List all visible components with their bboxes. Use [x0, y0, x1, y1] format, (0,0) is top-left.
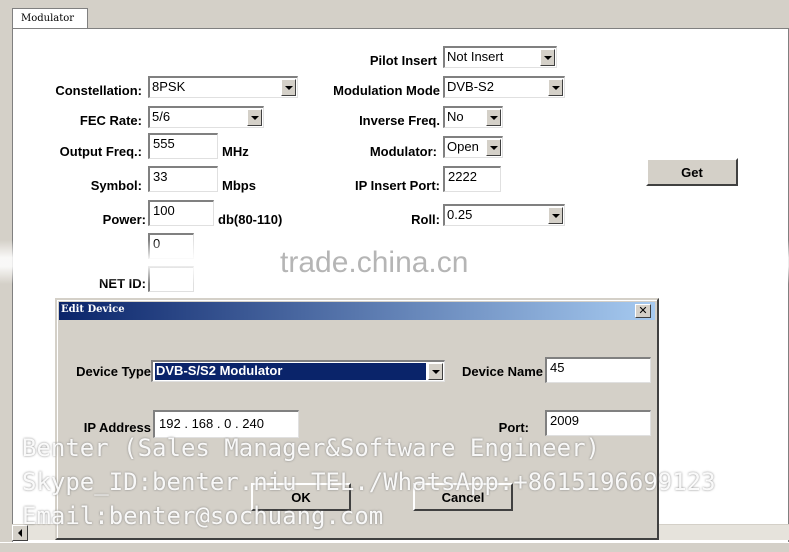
ip-octet-2: 168 [191, 416, 214, 431]
chevron-down-icon[interactable] [428, 363, 443, 380]
modulation-mode-value: DVB-S2 [447, 79, 494, 94]
close-icon[interactable]: ✕ [635, 304, 651, 318]
ip-dot: . [216, 416, 221, 431]
power-label: Power: [102, 212, 146, 227]
fec-rate-label: FEC Rate: [79, 113, 142, 128]
pilot-insert-value: Not Insert [447, 49, 504, 64]
output-freq-unit: MHz [222, 144, 249, 159]
taskbar [0, 542, 789, 552]
chevron-down-icon[interactable] [486, 109, 501, 126]
overlay-line-3: Email:benter@sochuang.com [22, 502, 384, 530]
chevron-down-icon[interactable] [281, 79, 296, 96]
overlay-line-2: Skype_ID:benter.niu TEL./WhatsApp:+86151… [22, 468, 716, 496]
symbol-unit: Mbps [222, 178, 256, 193]
ip-dot: . [235, 416, 239, 431]
ip-octet-3: 0 [224, 416, 232, 431]
output-freq-input[interactable]: 555 [148, 133, 218, 159]
chevron-down-icon[interactable] [486, 139, 501, 156]
roll-select[interactable]: 0.25 [443, 204, 565, 226]
chevron-down-icon[interactable] [247, 109, 262, 126]
inverse-freq-value: No [447, 109, 464, 124]
constellation-select[interactable]: 8PSK [148, 76, 298, 98]
overlay-line-1: Benter (Sales Manager&Software Engineer) [22, 434, 600, 462]
ip-octet-1: 192 [159, 416, 181, 431]
fec-rate-value: 5/6 [152, 109, 171, 124]
pilot-insert-label: Pilot Insert [369, 53, 437, 68]
ip-octet-4: 240 [242, 416, 264, 431]
device-type-select[interactable]: DVB-S/S2 Modulator [151, 360, 445, 382]
roll-value: 0.25 [447, 207, 473, 222]
symbol-input[interactable]: 33 [148, 166, 218, 192]
output-freq-label: Output Freq.: [59, 144, 142, 159]
modulator-label: Modulator: [369, 144, 437, 159]
ip-insert-port-input[interactable]: 2222 [443, 166, 501, 192]
chevron-down-icon[interactable] [540, 49, 555, 66]
modulator-value: Open [447, 139, 479, 154]
ip-insert-port-label: IP Insert Port: [354, 178, 440, 193]
modulation-mode-select[interactable]: DVB-S2 [443, 76, 565, 98]
power-input[interactable]: 100 [148, 200, 214, 226]
roll-label: Roll: [411, 212, 440, 227]
modulation-mode-label: Modulation Mode [333, 83, 440, 98]
device-name-label: Device Name [462, 364, 543, 379]
port-input[interactable]: 2009 [545, 410, 651, 436]
inverse-freq-select[interactable]: No [443, 106, 503, 128]
device-type-label: Device Type [76, 364, 151, 379]
fec-rate-select[interactable]: 5/6 [148, 106, 264, 128]
constellation-label: Constellation: [55, 83, 142, 98]
chevron-down-icon[interactable] [548, 79, 563, 96]
port-label: Port: [498, 420, 529, 435]
ip-address-label: IP Address [83, 420, 151, 435]
ip-dot: . [184, 416, 188, 431]
symbol-label: Symbol: [90, 178, 142, 193]
modulator-select[interactable]: Open [443, 136, 503, 158]
chevron-down-icon[interactable] [548, 207, 563, 224]
get-button[interactable]: Get [646, 158, 738, 186]
dialog-title: Edit Device [61, 304, 125, 315]
dialog-titlebar[interactable]: Edit Device ✕ [59, 302, 655, 320]
device-type-value: DVB-S/S2 Modulator [155, 363, 426, 380]
tab-modulator[interactable]: Modulator [12, 8, 88, 30]
constellation-value: 8PSK [152, 79, 186, 94]
watermark-text: trade.china.cn [280, 246, 469, 279]
power-unit: db(80-110) [218, 212, 283, 227]
pilot-insert-select[interactable]: Not Insert [443, 46, 557, 68]
device-name-input[interactable]: 45 [545, 357, 651, 383]
inverse-freq-label: Inverse Freq. [359, 113, 440, 128]
